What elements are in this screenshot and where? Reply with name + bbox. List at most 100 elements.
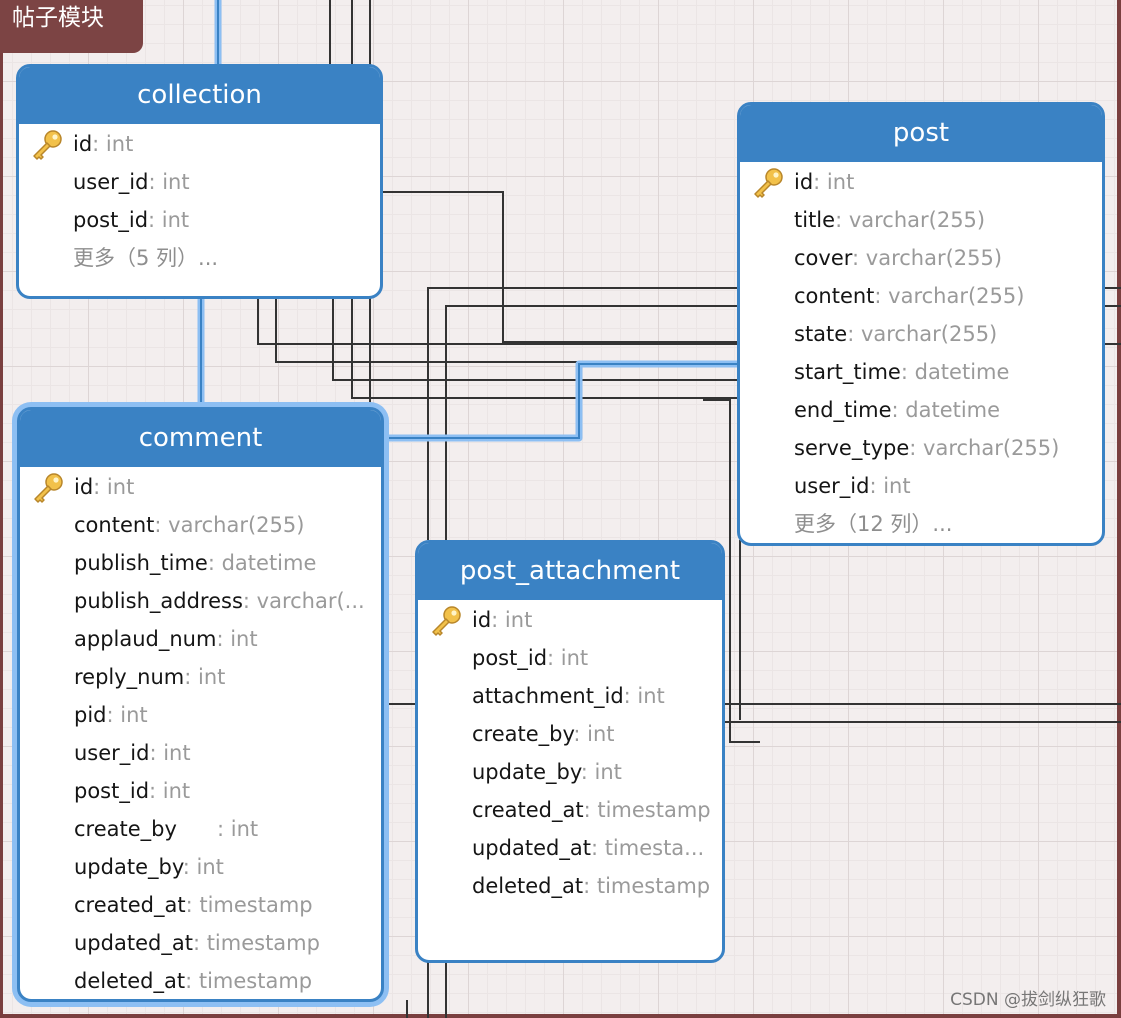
entity-collection[interactable]: collection id: int user_id: int post_id:… (16, 64, 383, 299)
field-name: update_by (74, 855, 183, 879)
entity-post-attachment[interactable]: post_attachment id: int post_id: int att… (415, 540, 725, 963)
field-row[interactable]: updated_at: timesta... (418, 830, 722, 868)
field-name: start_time (794, 360, 901, 384)
field-type: : int (92, 132, 134, 156)
field-name: user_id (74, 741, 150, 765)
field-name: created_at (472, 798, 584, 822)
field-name: create_by (472, 722, 574, 746)
field-type: : int (149, 779, 191, 803)
field-list: id: int content: varchar(255) publish_ti… (20, 467, 381, 999)
field-name: updated_at (74, 931, 193, 955)
field-type: : datetime (891, 398, 1001, 422)
field-type: : int (149, 741, 191, 765)
field-row[interactable]: cover: varchar(255) (740, 240, 1102, 278)
field-row[interactable]: state: varchar(255) (740, 316, 1102, 354)
field-row[interactable]: serve_type: varchar(255) (740, 430, 1102, 468)
field-type: : varchar(255) (847, 322, 998, 346)
field-type: : timestamp (583, 874, 711, 898)
field-name: publish_address (74, 589, 243, 613)
field-row[interactable]: publish_time: datetime (20, 545, 381, 583)
link-line (257, 296, 740, 345)
field-name: post_id (73, 208, 149, 232)
field-row[interactable]: id: int (20, 469, 381, 507)
field-row[interactable]: start_time: datetime (740, 354, 1102, 392)
field-type: : int (491, 608, 533, 632)
field-row[interactable]: update_by: int (418, 754, 722, 792)
field-row[interactable]: created_at: timestamp (20, 887, 381, 925)
field-row[interactable]: user_id: int (740, 468, 1102, 506)
entity-title: post_attachment (418, 543, 722, 600)
entity-post[interactable]: post id: int title: varchar(255) cover: … (737, 102, 1105, 546)
more-columns-link[interactable]: 更多（5 列）... (19, 240, 380, 278)
entity-title: collection (19, 67, 380, 124)
watermark: CSDN @拔剑纵狂歌 (950, 990, 1106, 1010)
field-name: post_id (472, 646, 548, 670)
field-name: id (794, 170, 814, 194)
field-row[interactable]: create_by: int (418, 716, 722, 754)
field-row[interactable]: deleted_at: timestamp (418, 868, 722, 906)
field-name: id (472, 608, 492, 632)
field-type: : varchar(255) (852, 246, 1003, 270)
field-row[interactable]: id: int (418, 602, 722, 640)
field-type: : int (869, 474, 911, 498)
field-name: post_id (74, 779, 150, 803)
field-type: : int (623, 684, 665, 708)
field-row[interactable]: title: varchar(255) (740, 202, 1102, 240)
field-row[interactable]: reply_num: int (20, 659, 381, 697)
field-type: : int (573, 722, 615, 746)
field-row[interactable]: post_id: int (20, 773, 381, 811)
field-row[interactable]: create_by : int (20, 811, 381, 849)
field-row[interactable]: applaud_num: int (20, 621, 381, 659)
field-row[interactable]: content: varchar(255) (740, 278, 1102, 316)
primary-key-icon (751, 166, 785, 200)
field-type: : timestamp (192, 931, 320, 955)
field-type: : varchar(255) (835, 208, 986, 232)
more-columns-link[interactable]: 更多（12 列）... (740, 506, 1102, 543)
field-row[interactable]: updated_at: timestamp (20, 925, 381, 963)
field-row[interactable]: user_id: int (20, 735, 381, 773)
field-type: : int (182, 855, 224, 879)
field-list: id: int post_id: int attachment_id: int … (418, 600, 722, 906)
field-type: : int (184, 665, 226, 689)
field-name: attachment_id (472, 684, 624, 708)
field-row[interactable]: pid: int (20, 697, 381, 735)
field-name: title (794, 208, 836, 232)
field-name: user_id (73, 170, 149, 194)
field-list: id: int title: varchar(255) cover: varch… (740, 162, 1102, 543)
field-row[interactable]: end_time: datetime (740, 392, 1102, 430)
field-row[interactable]: post_id: int (418, 640, 722, 678)
field-type: : varchar(255) (874, 284, 1025, 308)
field-row[interactable]: publish_address: varchar(... (20, 583, 381, 621)
field-name: create_by (74, 817, 217, 841)
primary-key-icon (31, 471, 65, 505)
field-type: : int (216, 817, 259, 841)
field-row[interactable]: update_by: int (20, 849, 381, 887)
field-row[interactable]: attachment_id: int (418, 678, 722, 716)
link-line (380, 191, 740, 343)
field-row[interactable]: content: varchar(255) (20, 507, 381, 545)
field-row[interactable]: user_id: int (19, 164, 380, 202)
field-row[interactable]: created_at: timestamp (418, 792, 722, 830)
field-row[interactable]: deleted_at: timestamp (20, 963, 381, 999)
field-type: : int (813, 170, 855, 194)
field-row[interactable]: id: int (19, 126, 380, 164)
field-row[interactable]: id: int (740, 164, 1102, 202)
field-type: : datetime (207, 551, 317, 575)
field-name: serve_type (794, 436, 910, 460)
field-name: id (73, 132, 93, 156)
field-name: cover (794, 246, 853, 270)
field-type: : int (106, 703, 148, 727)
entity-comment[interactable]: comment id: int content: varchar(255) pu… (17, 407, 384, 1002)
field-type: : int (580, 760, 622, 784)
field-row[interactable]: post_id: int (19, 202, 380, 240)
field-type: : varchar(255) (909, 436, 1060, 460)
link-line (351, 296, 740, 399)
field-list: id: int user_id: int post_id: int 更多（5 列… (19, 124, 380, 278)
highlight-link-core (386, 363, 740, 439)
field-name: deleted_at (472, 874, 584, 898)
field-type: : varchar(255) (154, 513, 305, 537)
field-type: : int (148, 208, 190, 232)
field-type: : timestamp (583, 798, 711, 822)
field-type: : int (148, 170, 190, 194)
field-name: created_at (74, 893, 186, 917)
